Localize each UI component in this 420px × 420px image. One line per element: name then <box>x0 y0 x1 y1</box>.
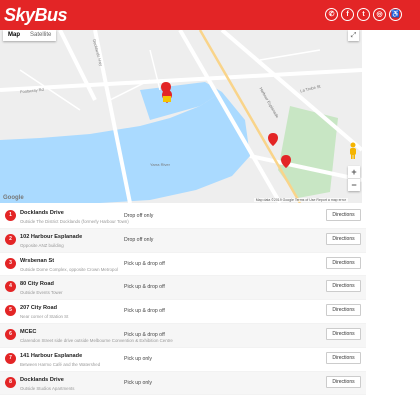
list-item: 8 Docklands Drive Outside Studios Apartm… <box>0 371 366 396</box>
stop-type: Pick up only <box>124 379 152 386</box>
site-header: SkyBus ✆ f t ◎ ♿ <box>0 0 420 30</box>
stop-type: Pick up & drop off <box>124 284 165 291</box>
stop-name: 102 Harbour Esplanade <box>20 233 83 240</box>
stop-name: Wrsbenan St <box>20 257 55 264</box>
stop-type: Pick up & drop off <box>124 260 165 267</box>
stop-list: 1 Docklands Drive Outside The District D… <box>0 205 366 396</box>
stop-type: Drop off only <box>124 236 154 243</box>
map-attribution[interactable]: Map data ©2019 Google Terms of Use Repor… <box>253 198 348 202</box>
phone-icon[interactable]: ✆ <box>325 8 338 21</box>
stop-name: Docklands Drive <box>20 376 64 383</box>
stop-description: Outside Studios Apartments <box>20 385 75 391</box>
stop-name: MCEC <box>20 328 37 335</box>
stop-name: 80 City Road <box>20 281 54 288</box>
map-type-map-button[interactable]: Map <box>3 30 25 41</box>
stop-type: Pick up only <box>124 355 152 362</box>
map-canvas[interactable] <box>0 30 362 203</box>
list-item: 1 Docklands Drive Outside The District D… <box>0 205 366 229</box>
twitter-icon[interactable]: t <box>357 8 370 21</box>
stop-number-badge: 4 <box>5 281 16 293</box>
stop-number-badge: 3 <box>5 257 16 269</box>
list-item: 3 Wrsbenan St Outside Dome Complex, oppo… <box>0 253 366 277</box>
directions-button[interactable]: Directions <box>326 327 361 340</box>
list-item: 5 207 City Road Near corner of Station S… <box>0 300 366 324</box>
map-type-control: Map Satellite <box>3 30 57 41</box>
skybus-logo[interactable]: SkyBus <box>4 5 68 26</box>
social-links: ✆ f t ◎ ♿ <box>325 8 402 21</box>
stop-number-badge: 8 <box>5 376 16 388</box>
directions-button[interactable]: Directions <box>326 280 361 293</box>
directions-button[interactable]: Directions <box>326 232 361 245</box>
directions-button[interactable]: Directions <box>326 304 361 317</box>
list-item: 2 102 Harbour Esplanade Opposite ANZ bui… <box>0 228 366 253</box>
zoom-control: + − <box>348 166 360 191</box>
stop-description: Near corner of Station St <box>20 314 69 320</box>
pegman-icon[interactable] <box>348 142 358 160</box>
stop-type: Drop off only <box>124 213 154 219</box>
stop-description: Between Harmo Café and the Watershed <box>20 361 101 367</box>
directions-button[interactable]: Directions <box>326 375 361 388</box>
list-item: 4 80 City Road Outside Events Tower Pick… <box>0 276 366 301</box>
route-map[interactable]: Yarra River La Trobe St Docklands Hwy Ha… <box>0 30 362 203</box>
stop-number-badge: 6 <box>5 328 16 340</box>
street-label: Yarra River <box>150 162 170 167</box>
stop-description: Outside The District Docklands (formerly… <box>20 219 129 224</box>
facebook-icon[interactable]: f <box>341 8 354 21</box>
stop-description: Clarendon Street side drive outside Melb… <box>20 337 173 343</box>
instagram-icon[interactable]: ◎ <box>373 8 386 21</box>
map-type-satellite-button[interactable]: Satellite <box>25 30 56 41</box>
stop-number-badge: 5 <box>5 305 16 317</box>
directions-button[interactable]: Directions <box>326 351 361 364</box>
directions-button[interactable]: Directions <box>326 256 361 269</box>
list-item: 6 MCEC Clarendon Street side drive outsi… <box>0 323 366 348</box>
zoom-out-button[interactable]: − <box>348 179 360 191</box>
stop-name: 207 City Road <box>20 305 57 312</box>
stop-number-badge: 2 <box>5 233 16 245</box>
zoom-in-button[interactable]: + <box>348 166 360 178</box>
stop-number-badge: 1 <box>5 210 16 221</box>
stop-type: Pick up & drop off <box>124 308 165 315</box>
google-logo: Google <box>3 195 24 201</box>
stop-description: Opposite ANZ building <box>20 242 64 248</box>
accessibility-icon[interactable]: ♿ <box>389 8 402 21</box>
list-item: 7 141 Harbour Esplanade Between Harmo Ca… <box>0 348 366 372</box>
stop-name: Docklands Drive <box>20 210 64 216</box>
stop-type: Pick up & drop off <box>124 331 165 338</box>
stop-description: Outside Dome Complex, opposite Crown Met… <box>20 266 118 272</box>
directions-button[interactable]: Directions <box>326 209 361 221</box>
stop-number-badge: 7 <box>5 352 16 364</box>
stop-name: 141 Harbour Esplanade <box>20 352 83 359</box>
fullscreen-icon[interactable]: ⤢ <box>348 30 359 41</box>
stop-description: Outside Events Tower <box>20 290 63 296</box>
